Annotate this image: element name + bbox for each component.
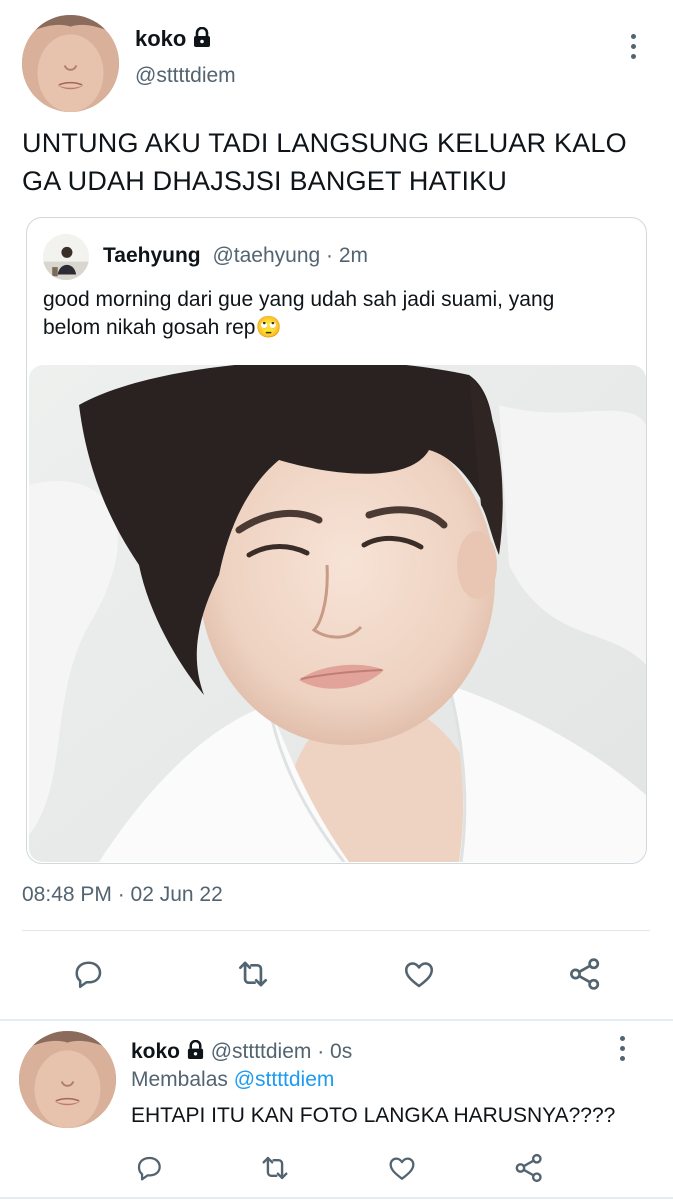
reply-author-avatar[interactable] — [19, 1031, 116, 1128]
reply-like-button[interactable] — [382, 1148, 422, 1188]
reply-more-vertical-icon[interactable] — [610, 1030, 634, 1066]
tweet-section-separator — [0, 1019, 673, 1021]
quoted-author-name[interactable]: Taehyung — [103, 244, 201, 267]
bottom-separator — [0, 1197, 673, 1199]
retweet-button[interactable] — [231, 952, 275, 996]
lock-icon — [192, 26, 212, 54]
reply-retweet-button[interactable] — [255, 1148, 295, 1188]
author-name-row: koko — [135, 26, 212, 54]
quoted-time: · 2m — [326, 244, 369, 267]
reply-reply-button[interactable] — [129, 1148, 169, 1188]
quoted-text-line-2: belom nikah gosah rep — [43, 316, 256, 339]
photo-portrait-image — [29, 365, 646, 862]
reply-retweet-icon — [262, 1156, 288, 1180]
reply-comment-icon — [137, 1156, 161, 1181]
timestamp-divider — [22, 930, 650, 931]
quoted-author-row: Taehyung @taehyung · 2m — [103, 243, 368, 269]
like-button[interactable] — [397, 952, 441, 996]
reply-share-icon — [515, 1153, 542, 1183]
face-with-rolling-eyes-emoji: 🙄 — [255, 316, 282, 339]
reply-heart-icon — [389, 1157, 415, 1180]
reply-author-name[interactable]: koko — [131, 1040, 180, 1063]
more-vertical-icon[interactable] — [621, 28, 645, 64]
tweet-text-line-2: GA UDAH DHAJSJSI BANGET HATIKU — [22, 166, 508, 196]
quoted-tweet-text: good morning dari gue yang udah sah jadi… — [43, 286, 633, 342]
reply-button[interactable] — [66, 952, 110, 996]
replying-to-handle[interactable]: @sttttdiem — [234, 1068, 335, 1091]
reply-avatar-face-image — [19, 1031, 116, 1128]
share-button[interactable] — [563, 952, 607, 996]
reply-author-handle[interactable]: @sttttdiem — [211, 1040, 312, 1063]
share-icon — [570, 958, 600, 990]
replying-label: Membalas — [131, 1068, 228, 1091]
quoted-author-avatar — [43, 234, 89, 280]
replying-to-row: Membalas @sttttdiem — [131, 1067, 334, 1093]
quoted-author-handle[interactable]: @taehyung — [212, 244, 320, 267]
author-avatar[interactable] — [22, 15, 119, 112]
quoted-tweet-card[interactable]: Taehyung @taehyung · 2m good morning dar… — [26, 217, 647, 864]
quoted-avatar-image — [43, 234, 89, 280]
reply-text: EHTAPI ITU KAN FOTO LANGKA HARUSNYA???? — [131, 1104, 616, 1127]
tweet-text: UNTUNG AKU TADI LANGSUNG KELUAR KALO GA … — [22, 124, 652, 200]
comment-icon — [75, 961, 102, 989]
reply-lock-icon — [186, 1039, 205, 1067]
author-name[interactable]: koko — [135, 26, 186, 51]
reply-author-row: koko @sttttdiem · 0s — [131, 1039, 352, 1067]
tweet-text-line-1: UNTUNG AKU TADI LANGSUNG KELUAR KALO — [22, 128, 627, 158]
reply-share-button[interactable] — [509, 1148, 549, 1188]
author-handle[interactable]: @sttttdiem — [135, 63, 236, 89]
tweet-timestamp[interactable]: 08:48 PM · 02 Jun 22 — [22, 882, 223, 908]
quoted-tweet-photo[interactable] — [29, 365, 646, 862]
retweet-icon — [238, 961, 268, 987]
quoted-text-line-1: good morning dari gue yang udah sah jadi… — [43, 288, 555, 311]
avatar-face-image — [22, 15, 119, 112]
reply-time: · 0s — [317, 1040, 353, 1063]
heart-icon — [404, 962, 434, 988]
